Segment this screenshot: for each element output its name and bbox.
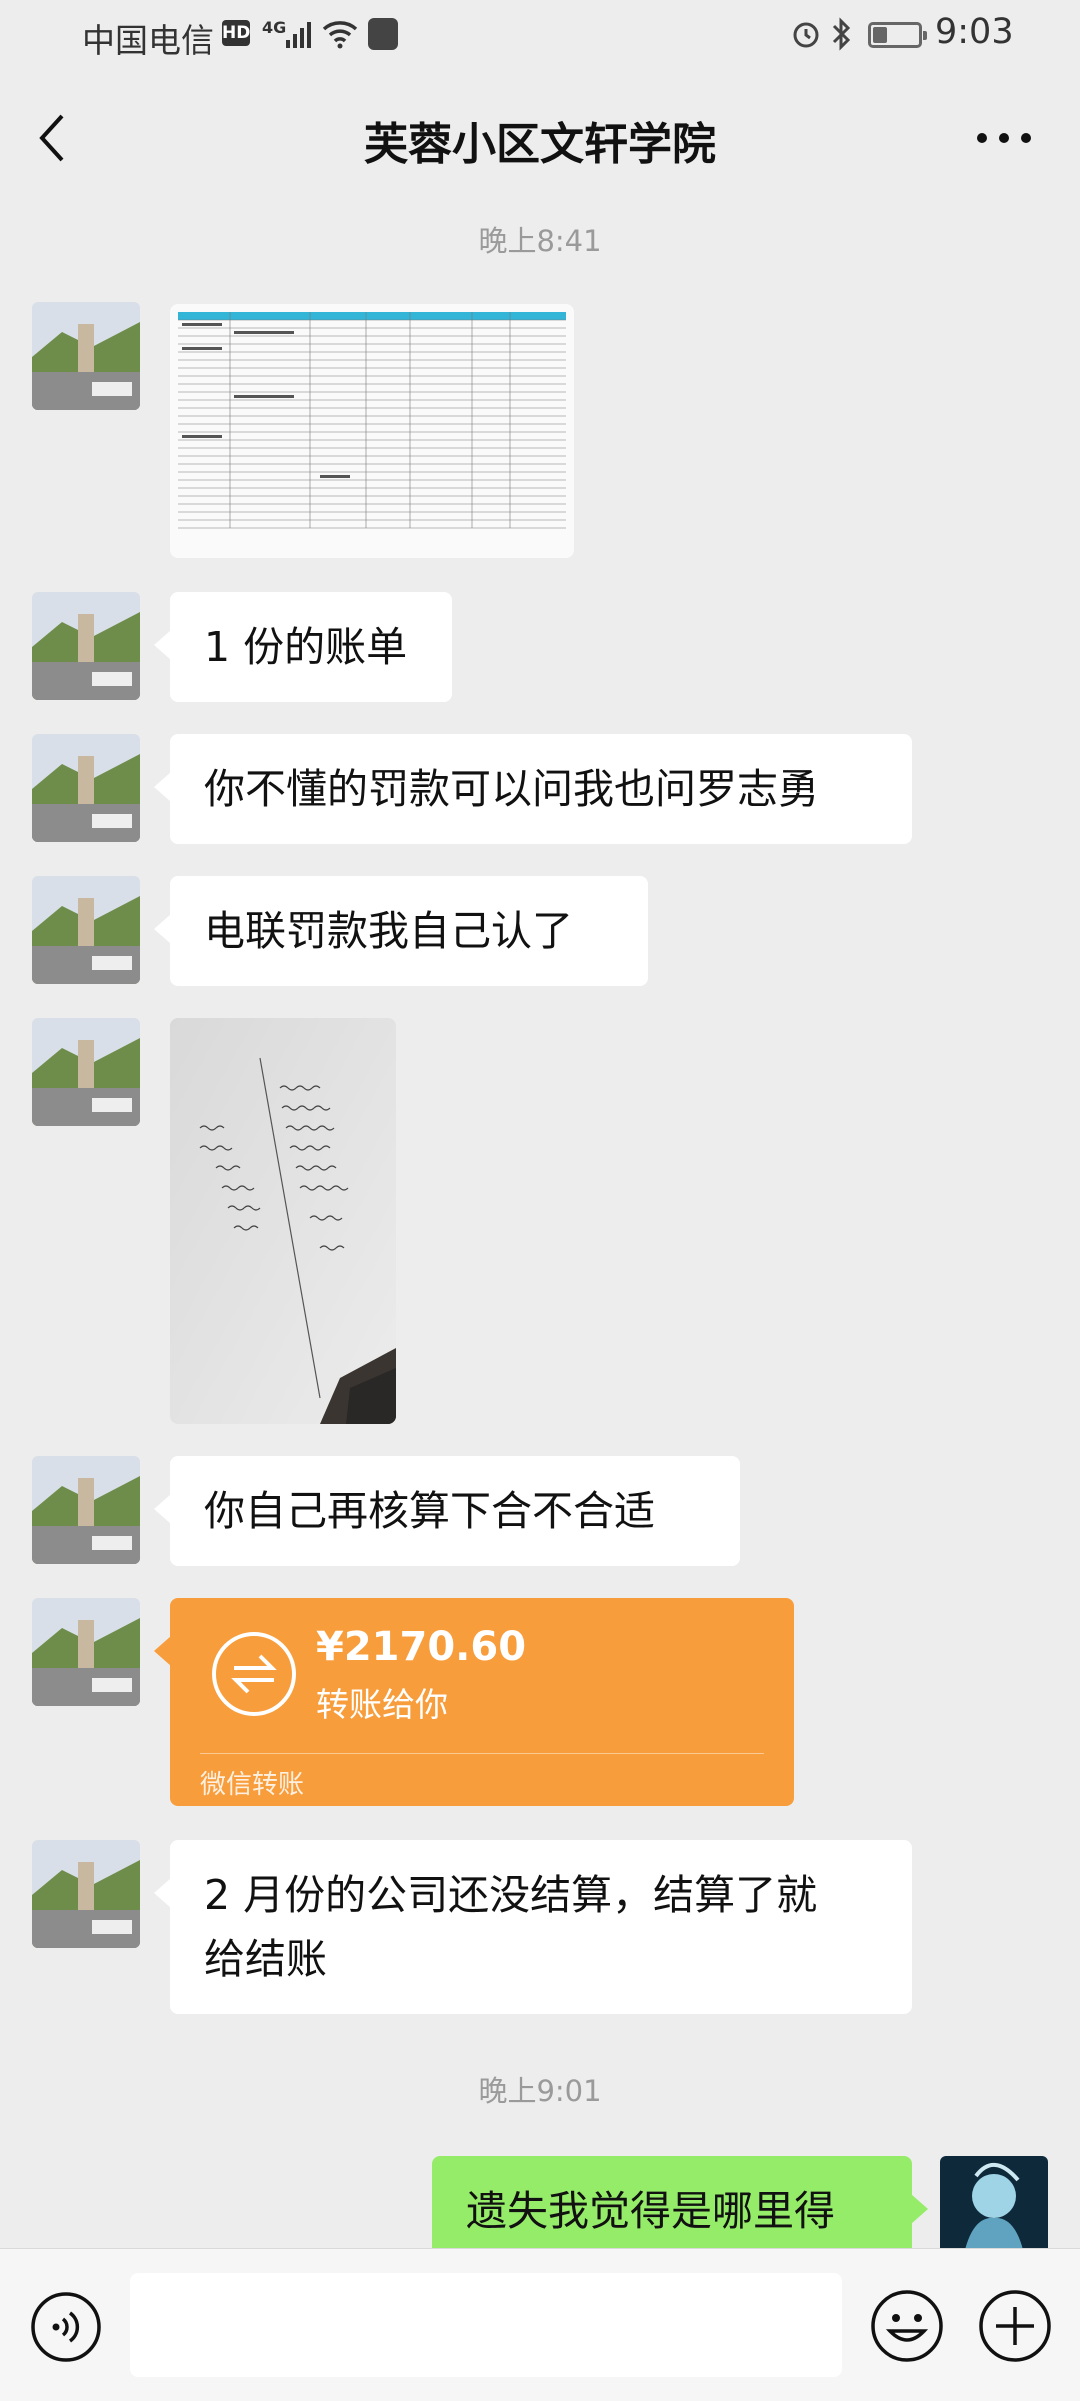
- battery-icon: [868, 22, 927, 48]
- contact-avatar[interactable]: [32, 302, 140, 410]
- contact-avatar[interactable]: [32, 592, 140, 700]
- alarm-icon: [793, 22, 819, 48]
- timestamp: 晚上8:41: [478, 224, 602, 258]
- transfer-amount: ¥2170.60: [316, 1624, 527, 1670]
- contact-avatar[interactable]: [32, 1598, 140, 1706]
- plus-icon[interactable]: [978, 2289, 1052, 2363]
- chat-input-bar: [0, 2248, 1080, 2401]
- status-bar: 中国电信 HD 4G 9:03: [0, 0, 1080, 72]
- wifi-icon: [322, 21, 358, 49]
- app-notification-icon: [368, 18, 398, 50]
- message-line: 给结账: [204, 1935, 327, 1983]
- contact-avatar[interactable]: [32, 1840, 140, 1948]
- message-line: 2 月份的公司还没结算，结算了就: [204, 1871, 818, 1919]
- transfer-divider: [200, 1753, 764, 1754]
- transfer-arrows-icon: [212, 1632, 296, 1716]
- spreadsheet-image[interactable]: [170, 304, 574, 558]
- carrier-name: 中国电信: [82, 21, 214, 60]
- status-time: 9:03: [935, 12, 1014, 52]
- message-bubble[interactable]: 2 月份的公司还没结算，结算了就 给结账: [154, 1840, 912, 2014]
- bluetooth-icon: [832, 17, 851, 51]
- message-bubble[interactable]: 你不懂的罚款可以问我也问罗志勇: [154, 734, 912, 844]
- transfer-card[interactable]: ¥2170.60 转账给你 微信转账: [154, 1598, 794, 1806]
- contact-avatar[interactable]: [32, 1018, 140, 1126]
- timestamp: 晚上9:01: [478, 2074, 602, 2108]
- more-dots-icon[interactable]: [972, 118, 1036, 158]
- chat-header: 芙蓉小区文轩学院: [0, 72, 1080, 202]
- contact-avatar[interactable]: [32, 1456, 140, 1564]
- message-bubble[interactable]: 1 份的账单: [154, 592, 452, 702]
- hd-badge: HD: [222, 20, 250, 46]
- message-bubble[interactable]: 你自己再核算下合不合适: [154, 1456, 740, 1566]
- voice-icon[interactable]: [30, 2291, 102, 2363]
- message-bubble[interactable]: 电联罚款我自己认了: [154, 876, 648, 986]
- contact-avatar[interactable]: [32, 876, 140, 984]
- handwritten-note-image[interactable]: [170, 1018, 396, 1424]
- transfer-description: 转账给你: [316, 1685, 448, 1724]
- network-type: 4G: [262, 18, 287, 37]
- chat-title: 芙蓉小区文轩学院: [364, 119, 716, 170]
- transfer-footer: 微信转账: [200, 1770, 305, 1800]
- signal-icon: [286, 22, 311, 48]
- contact-avatar[interactable]: [32, 734, 140, 842]
- emoji-icon[interactable]: [870, 2289, 944, 2363]
- message-input[interactable]: [130, 2273, 842, 2377]
